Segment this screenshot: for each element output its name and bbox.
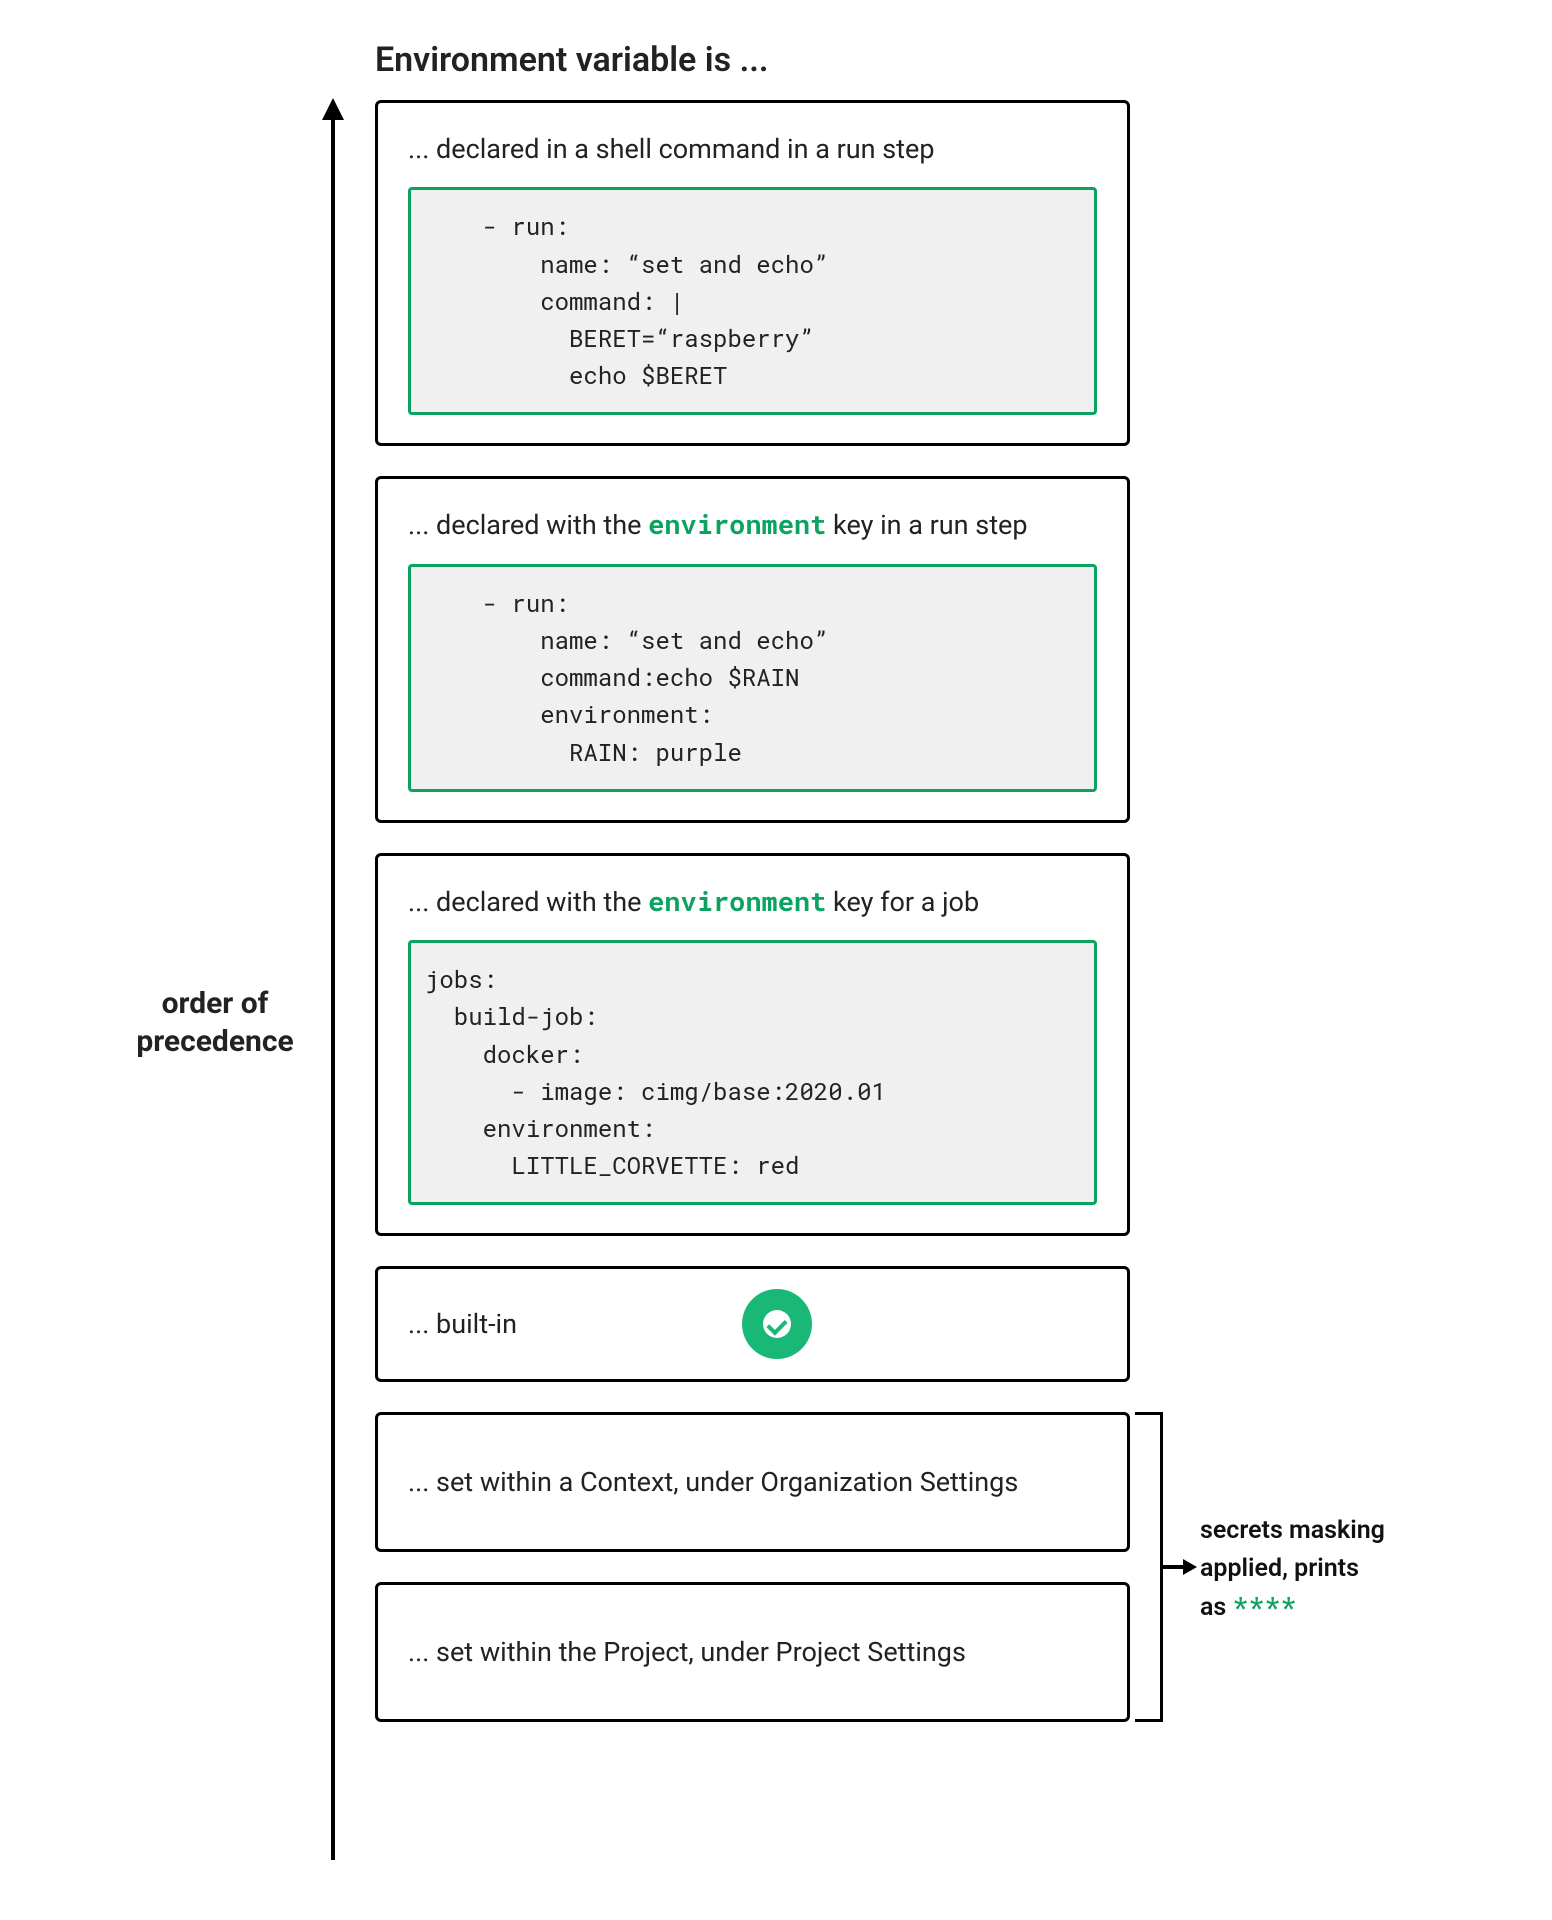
circleci-check-icon	[742, 1289, 812, 1359]
card-shell-command: ... declared in a shell command in a run…	[375, 100, 1130, 446]
card-job-environment: ... declared with the environment key fo…	[375, 853, 1130, 1237]
precedence-label-line2: precedence	[136, 1024, 293, 1059]
diagram-root: Environment variable is ... order of pre…	[0, 0, 1552, 1920]
secrets-mask: ****	[1233, 1589, 1297, 1622]
environment-keyword: environment	[648, 507, 826, 542]
precedence-label: order of precedence	[125, 985, 305, 1060]
card-built-in: ... built-in	[375, 1266, 1130, 1382]
card-job-env-prefix: ... declared with the	[408, 886, 648, 918]
card-run-env-code: - run: name: “set and echo” command:echo…	[408, 564, 1097, 792]
card-run-env-desc: ... declared with the environment key in…	[408, 507, 1097, 543]
secrets-arrow-right	[1163, 1557, 1197, 1577]
card-context-desc: ... set within a Context, under Organiza…	[408, 1464, 1018, 1500]
card-project-desc: ... set within the Project, under Projec…	[408, 1634, 966, 1670]
secrets-bracket	[1135, 1412, 1163, 1722]
precedence-label-line1: order of	[162, 986, 269, 1021]
arrow-shaft	[1163, 1565, 1185, 1569]
card-job-env-desc: ... declared with the environment key fo…	[408, 884, 1097, 920]
secrets-line1: secrets masking	[1200, 1516, 1385, 1545]
precedence-arrow-up	[322, 100, 342, 1860]
secrets-line3-prefix: as	[1200, 1593, 1233, 1622]
card-run-env-suffix: key in a run step	[826, 509, 1027, 541]
arrow-head-icon	[1183, 1559, 1197, 1575]
card-project-settings: ... set within the Project, under Projec…	[375, 1582, 1130, 1722]
page-title: Environment variable is ...	[375, 40, 769, 80]
built-in-logo-wrap	[457, 1289, 1097, 1359]
secrets-line2: applied, prints	[1200, 1554, 1359, 1583]
secrets-masking-note: secrets masking applied, prints as ****	[1200, 1512, 1460, 1627]
environment-keyword: environment	[648, 884, 826, 919]
card-job-env-suffix: key for a job	[826, 886, 979, 918]
arrow-shaft	[331, 110, 335, 1860]
card-context-settings: ... set within a Context, under Organiza…	[375, 1412, 1130, 1552]
card-shell-code: - run: name: “set and echo” command: | B…	[408, 187, 1097, 415]
cards-column: ... declared in a shell command in a run…	[375, 100, 1130, 1722]
card-run-environment: ... declared with the environment key in…	[375, 476, 1130, 822]
card-run-env-prefix: ... declared with the	[408, 509, 648, 541]
card-job-env-code: jobs: build-job: docker: - image: cimg/b…	[408, 940, 1097, 1205]
card-shell-desc: ... declared in a shell command in a run…	[408, 131, 1097, 167]
